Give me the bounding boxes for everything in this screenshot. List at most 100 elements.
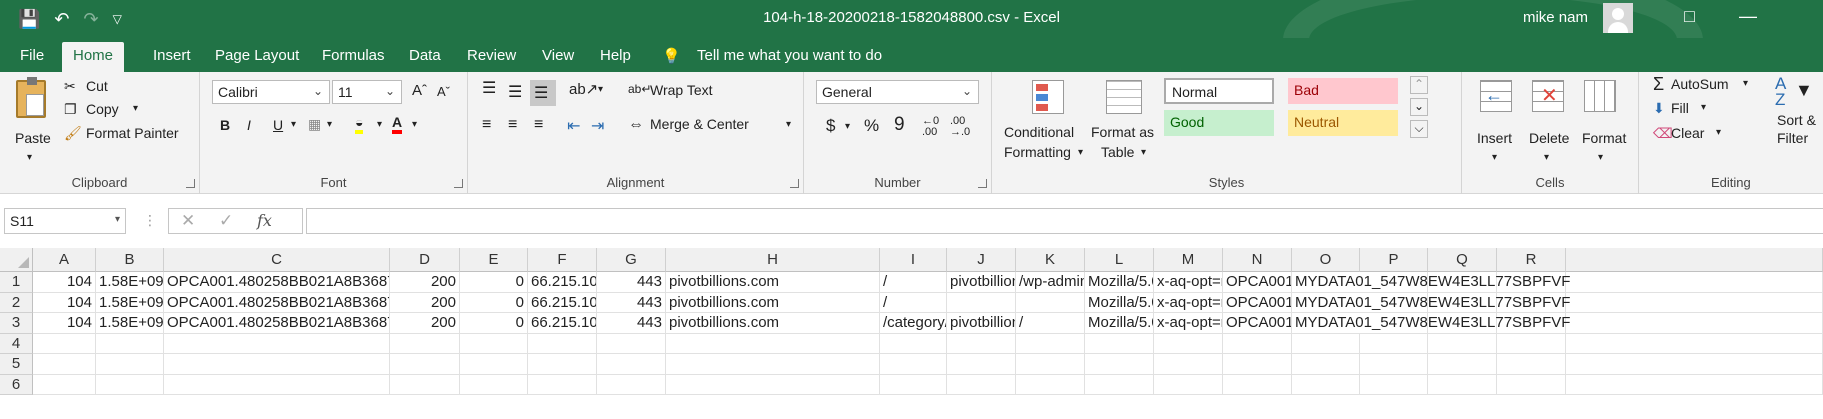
conditional-formatting-button[interactable]: Conditional xyxy=(1004,124,1074,140)
merge-center-icon[interactable]: ⇔ xyxy=(628,116,644,134)
insert-cells-icon[interactable]: ← xyxy=(1480,80,1512,112)
paste-dropdown-icon[interactable]: ▾ xyxy=(27,152,32,163)
copy-dropdown-icon[interactable]: ▾ xyxy=(133,103,138,114)
grid-cell[interactable] xyxy=(1292,354,1360,375)
align-middle-icon[interactable]: ☰ xyxy=(508,82,522,102)
column-header[interactable]: H xyxy=(666,248,880,272)
grid-cell[interactable]: 66.215.108 xyxy=(528,292,597,313)
grid-cell[interactable]: 66.215.108 xyxy=(528,272,597,293)
format-table-dropdown-icon[interactable]: ▾ xyxy=(1141,147,1146,158)
sort-filter-button-line2[interactable]: Filter xyxy=(1777,130,1808,146)
grid-cell[interactable]: 1.58E+09 xyxy=(96,292,164,313)
cancel-icon[interactable]: ✕ xyxy=(181,211,195,231)
column-header[interactable]: B xyxy=(96,248,164,272)
column-header[interactable]: C xyxy=(164,248,390,272)
grid-cell[interactable]: / xyxy=(880,292,947,313)
grid-cell[interactable] xyxy=(1428,333,1497,354)
font-color-icon[interactable]: A xyxy=(392,114,403,134)
grid-cell[interactable] xyxy=(1566,313,1823,334)
grid-cell[interactable]: 0 xyxy=(460,313,528,334)
grid-cell[interactable]: OPCA001.480258BB021A8B3687 xyxy=(164,292,390,313)
styles-scroll-up-icon[interactable]: ⌃ xyxy=(1410,76,1428,94)
format-as-table-button-line2[interactable]: Table xyxy=(1101,144,1134,160)
format-cells-icon[interactable] xyxy=(1584,80,1616,112)
fill-dropdown-icon[interactable]: ▾ xyxy=(1701,102,1706,113)
wrap-text-button[interactable]: Wrap Text xyxy=(650,82,713,98)
grid-cell[interactable]: pivotbillions xyxy=(947,272,1016,293)
avatar[interactable] xyxy=(1603,3,1633,33)
align-right-icon[interactable]: ≡ xyxy=(534,116,543,134)
grid-cell[interactable] xyxy=(1016,292,1085,313)
grid-cell[interactable] xyxy=(880,354,947,375)
grid-cell[interactable] xyxy=(1154,374,1223,395)
column-header[interactable]: N xyxy=(1223,248,1292,272)
column-header[interactable]: Q xyxy=(1428,248,1497,272)
grid-cell[interactable]: /wp-admin xyxy=(1016,272,1085,293)
grid-cell[interactable]: MYDATA01_547W8EW4E3LL77SBPFVF xyxy=(1292,292,1570,313)
percent-style-button[interactable]: % xyxy=(864,116,879,136)
grid-cell[interactable] xyxy=(33,333,96,354)
grid-cell[interactable] xyxy=(1428,374,1497,395)
tab-review[interactable]: Review xyxy=(467,47,516,64)
column-header[interactable]: D xyxy=(390,248,460,272)
delete-cells-button[interactable]: Delete xyxy=(1529,130,1569,146)
grid-cell[interactable] xyxy=(390,374,460,395)
grid-cell[interactable]: 66.215.108 xyxy=(528,313,597,334)
style-good[interactable]: Good xyxy=(1164,110,1274,136)
grid-cell[interactable] xyxy=(597,333,666,354)
column-header[interactable]: P xyxy=(1360,248,1428,272)
fill-color-icon[interactable]: ◒ xyxy=(355,114,364,134)
clear-icon[interactable]: ⌫ xyxy=(1653,125,1673,142)
tab-home[interactable]: Home xyxy=(62,42,125,72)
styles-scroll-down-icon[interactable]: ⌄ xyxy=(1410,98,1428,116)
cut-button[interactable]: Cut xyxy=(86,78,108,94)
tab-help[interactable]: Help xyxy=(600,47,631,64)
grid-cell[interactable] xyxy=(1223,374,1292,395)
grid-cell[interactable] xyxy=(1016,354,1085,375)
grid-cell[interactable] xyxy=(1085,374,1154,395)
insert-dropdown-icon[interactable]: ▾ xyxy=(1492,152,1497,163)
grid-cell[interactable] xyxy=(1292,374,1360,395)
minimize-icon[interactable]: — xyxy=(1739,6,1757,27)
grid-cell[interactable] xyxy=(880,374,947,395)
grid-cell[interactable]: 443 xyxy=(597,313,666,334)
name-box-dropdown-icon[interactable]: ▾ xyxy=(115,214,120,225)
column-header[interactable]: L xyxy=(1085,248,1154,272)
grid-cell[interactable] xyxy=(528,333,597,354)
grid-cell[interactable]: 1.58E+09 xyxy=(96,272,164,293)
accounting-dropdown-icon[interactable]: ▾ xyxy=(845,121,850,132)
grid-cell[interactable] xyxy=(1154,354,1223,375)
grid-cell[interactable] xyxy=(1360,333,1428,354)
fill-button[interactable]: Fill xyxy=(1671,100,1689,116)
insert-function-button[interactable]: fx xyxy=(257,211,272,230)
ribbon-display-icon[interactable]: □ xyxy=(1684,6,1695,27)
column-header[interactable]: G xyxy=(597,248,666,272)
paste-button[interactable]: Paste xyxy=(15,130,51,146)
grid-cell[interactable]: Mozilla/5.0 xyxy=(1085,292,1154,313)
grid-cell[interactable] xyxy=(1292,333,1360,354)
tab-file[interactable]: File xyxy=(20,47,44,64)
grid-cell[interactable] xyxy=(390,333,460,354)
grid-cell[interactable] xyxy=(96,333,164,354)
grid-cell[interactable] xyxy=(1428,354,1497,375)
grid-cell[interactable]: 104 xyxy=(33,292,96,313)
autosum-button[interactable]: AutoSum xyxy=(1671,76,1729,92)
grid-cell[interactable] xyxy=(164,354,390,375)
grid-cell[interactable] xyxy=(460,333,528,354)
grid-cell[interactable] xyxy=(96,354,164,375)
bold-button[interactable]: B xyxy=(220,117,230,133)
font-color-dropdown-icon[interactable]: ▾ xyxy=(412,119,417,130)
select-all-button[interactable] xyxy=(0,248,33,272)
grid-cell[interactable] xyxy=(666,333,880,354)
clear-button[interactable]: Clear xyxy=(1671,125,1704,141)
comma-style-button[interactable]: 9 xyxy=(894,114,905,136)
grid-cell[interactable] xyxy=(947,333,1016,354)
grid-cell[interactable] xyxy=(1497,333,1566,354)
delete-cells-icon[interactable]: ✕ xyxy=(1532,80,1564,112)
clear-dropdown-icon[interactable]: ▾ xyxy=(1716,127,1721,138)
grid-cell[interactable]: OPCA001.480258BB021A8B3687 xyxy=(164,313,390,334)
sort-filter-icon[interactable]: AZ xyxy=(1775,75,1786,108)
number-format-select[interactable]: General ⌄ xyxy=(816,80,979,104)
grid-cell[interactable]: OPCA001.480258BB021A8B3687 xyxy=(164,272,390,293)
column-header[interactable]: F xyxy=(528,248,597,272)
